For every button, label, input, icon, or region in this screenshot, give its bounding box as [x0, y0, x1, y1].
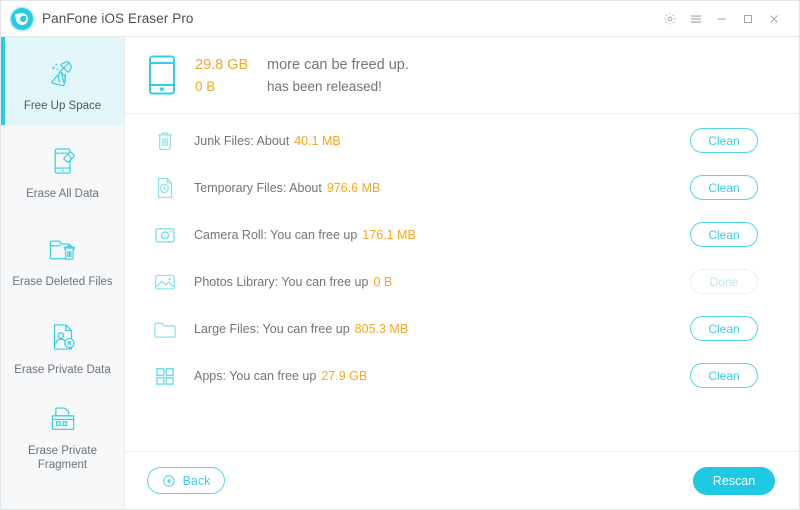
table-row: Photos Library: You can free up 0 B Done — [125, 258, 799, 305]
summary-header: 29.8 GB more can be freed up. 0 B has be… — [125, 37, 799, 114]
clean-button[interactable]: Clean — [690, 128, 758, 153]
row-amount: 0 B — [373, 274, 393, 289]
row-label-text: Large Files: You can free up — [194, 321, 350, 336]
done-button: Done — [690, 269, 758, 294]
fragment-blocks-icon — [46, 398, 80, 438]
app-title: PanFone iOS Eraser Pro — [42, 11, 194, 26]
row-label-text: Camera Roll: You can free up — [194, 227, 358, 242]
table-row: Temporary Files: About 976.6 MB Clean — [125, 164, 799, 211]
trash-icon — [147, 128, 183, 154]
sidebar-item-label: Free Up Space — [23, 99, 102, 112]
arrow-left-circle-icon — [162, 474, 176, 488]
main-content: 29.8 GB more can be freed up. 0 B has be… — [125, 37, 799, 509]
summary-released-line: 0 B has been released! — [195, 79, 409, 94]
title-bar: PanFone iOS Eraser Pro — [1, 1, 799, 37]
cleanup-list: Junk Files: About 40.1 MB Clean Temporar… — [125, 114, 799, 451]
phone-eraser-icon — [46, 141, 80, 181]
photo-icon — [147, 269, 183, 295]
clean-button[interactable]: Clean — [690, 316, 758, 341]
sidebar-item-label: Erase Deleted Files — [12, 275, 113, 288]
minimize-icon[interactable] — [709, 6, 735, 32]
row-label: Junk Files: About 40.1 MB — [194, 134, 690, 148]
row-label: Temporary Files: About 976.6 MB — [194, 181, 690, 195]
menu-icon[interactable] — [683, 6, 709, 32]
summary-released-amount: 0 B — [195, 78, 216, 94]
table-row: Apps: You can free up 27.9 GB Clean — [125, 352, 799, 399]
sidebar-item-label: Erase All Data — [26, 187, 99, 200]
row-amount: 976.6 MB — [326, 180, 381, 195]
sidebar-item-free-up-space[interactable]: Free Up Space — [1, 37, 124, 125]
window-body: Free Up Space Erase All Data Erase Delet… — [1, 37, 799, 509]
summary-freed-text: more can be freed up. — [267, 56, 409, 73]
apps-grid-icon — [147, 363, 183, 389]
row-amount: 40.1 MB — [294, 133, 341, 148]
summary-freed-amount: 29.8 GB — [195, 56, 249, 73]
clean-button[interactable]: Clean — [690, 222, 758, 247]
summary-lines: 29.8 GB more can be freed up. 0 B has be… — [195, 57, 409, 94]
clean-button[interactable]: Clean — [690, 175, 758, 200]
table-row: Large Files: You can free up 805.3 MB Cle… — [125, 305, 799, 352]
row-label-text: Apps: You can free up — [194, 368, 317, 383]
panfone-logo-icon — [11, 7, 33, 30]
folder-trash-icon — [46, 229, 80, 269]
sidebar-item-erase-deleted-files[interactable]: Erase Deleted Files — [1, 213, 124, 301]
sidebar-item-label: Erase Private Data — [14, 363, 111, 376]
row-label-text: Junk Files: About — [194, 133, 290, 148]
close-icon[interactable] — [761, 6, 787, 32]
row-label: Large Files: You can free up 805.3 MB — [194, 322, 690, 336]
sidebar-item-erase-all-data[interactable]: Erase All Data — [1, 125, 124, 213]
row-amount: 27.9 GB — [321, 368, 368, 383]
summary-freed-line: 29.8 GB more can be freed up. — [195, 57, 409, 73]
back-button[interactable]: Back — [147, 467, 225, 494]
sidebar: Free Up Space Erase All Data Erase Delet… — [1, 37, 125, 509]
sidebar-item-erase-private-fragment[interactable]: Erase Private Fragment — [1, 389, 124, 477]
folder-icon — [147, 316, 183, 342]
row-label: Apps: You can free up 27.9 GB — [194, 369, 690, 383]
row-label-text: Photos Library: You can free up — [194, 274, 369, 289]
summary-released-text: has been released! — [267, 78, 382, 94]
clock-doc-icon — [147, 175, 183, 201]
rescan-button[interactable]: Rescan — [693, 466, 775, 495]
private-contact-icon — [46, 317, 80, 357]
sidebar-item-label: Erase Private Fragment — [27, 444, 98, 471]
row-amount: 176.1 MB — [362, 227, 416, 242]
clean-button[interactable]: Clean — [690, 363, 758, 388]
camera-icon — [147, 222, 183, 248]
row-label: Camera Roll: You can free up 176.1 MB — [194, 228, 690, 242]
row-amount: 805.3 MB — [354, 321, 409, 336]
back-button-label: Back — [182, 473, 211, 488]
application-window: PanFone iOS Eraser Pro Free Up Space Era… — [0, 0, 800, 510]
sidebar-item-erase-private-data[interactable]: Erase Private Data — [1, 301, 124, 389]
footer-bar: Back Rescan — [125, 451, 799, 509]
row-label-text: Temporary Files: About — [194, 180, 322, 195]
settings-gear-icon[interactable] — [657, 6, 683, 32]
table-row: Camera Roll: You can free up 176.1 MB Cle… — [125, 211, 799, 258]
row-label: Photos Library: You can free up 0 B — [194, 275, 690, 289]
maximize-icon[interactable] — [735, 6, 761, 32]
table-row: Junk Files: About 40.1 MB Clean — [125, 117, 799, 164]
broom-icon — [46, 53, 80, 93]
phone-icon — [147, 54, 177, 96]
